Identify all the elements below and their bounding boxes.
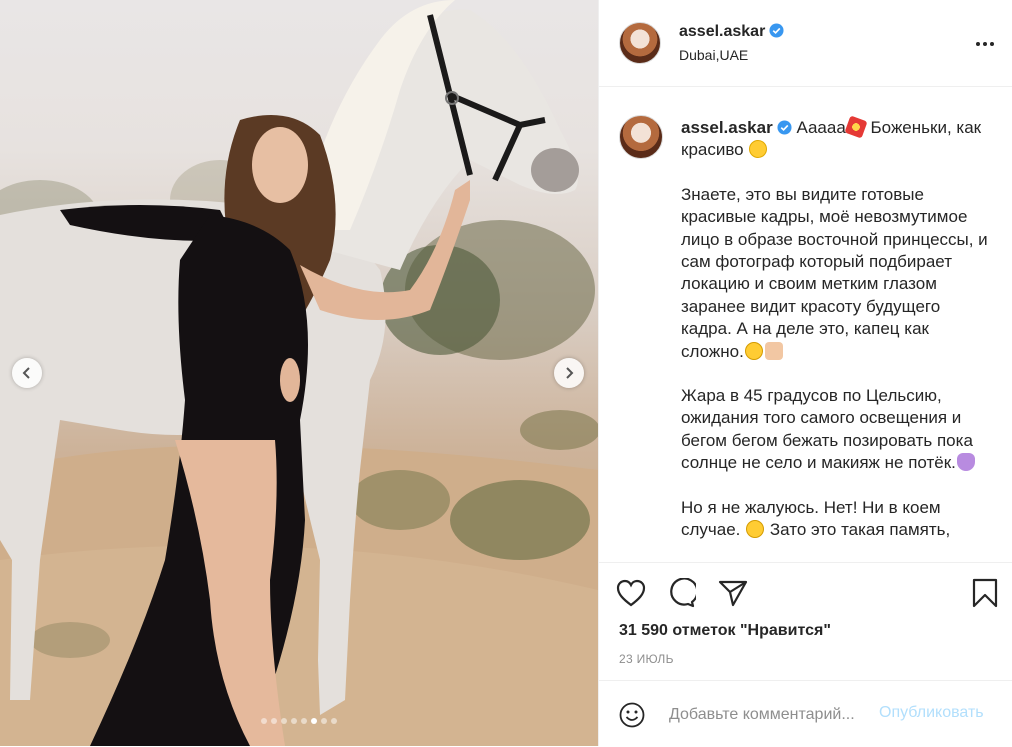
caption-paragraph-4: Но я не жалуюсь. Нет! Ни в коем случае. … [681,497,993,542]
caption-text-3: Жара в 45 градусов по Цельсию, ожидания … [681,386,973,473]
photo-illustration [0,0,598,746]
carousel-dot [331,718,337,724]
carousel-dot [321,718,327,724]
caption-username-link[interactable]: assel.askar [681,118,792,137]
carousel-dot [281,718,287,724]
comment-input[interactable] [669,703,874,727]
comments-area[interactable]: assel.askar Ааааа Боженьки, как красиво … [599,87,1012,562]
emoji-picker-button[interactable] [617,700,647,730]
post-side-panel: assel.askar Dubai,UAE assel.askar Ааааа … [598,0,1012,746]
post-date[interactable]: 23 ИЮЛЬ [619,652,674,666]
emoji-icon [619,702,645,728]
caption-text-4b: Зато это такая память, [765,520,951,540]
caption-paragraph-3: Жара в 45 градусов по Цельсию, ожидания … [681,385,993,475]
username-text[interactable]: assel.askar [679,23,765,40]
caption-paragraph-2: Знаете, это вы видите готовые красивые к… [681,184,993,363]
share-icon [718,580,748,607]
avatar[interactable] [619,22,661,64]
caption-avatar[interactable] [619,115,663,159]
woman-emoji-icon [956,453,975,472]
carousel-dot [271,718,277,724]
bookmark-icon [972,578,998,608]
post-header: assel.askar Dubai,UAE [599,0,1012,87]
header-username[interactable]: assel.askar [679,23,784,41]
post-actions: 31 590 отметок "Нравится" 23 ИЮЛЬ [599,562,1012,681]
caption-intro: Ааааа [796,118,846,137]
comment-button[interactable] [665,577,697,609]
carousel-dots [0,718,598,724]
chevron-right-icon [566,367,574,379]
carousel-dot [311,718,317,724]
carousel-next-button[interactable] [554,358,584,388]
carousel-dot [261,718,267,724]
share-button[interactable] [717,577,749,609]
smile-emoji-icon [749,140,768,159]
location-link[interactable]: Dubai,UAE [679,47,748,63]
post-caption: assel.askar Ааааа Боженьки, как красиво … [681,115,993,562]
collision-emoji-icon [844,115,868,139]
more-options-icon [976,42,994,46]
likes-count[interactable]: 31 590 отметок "Нравится" [619,622,831,640]
verified-badge-icon [777,120,792,135]
caption-text-2: Знаете, это вы видите готовые красивые к… [681,184,988,361]
carousel-prev-button[interactable] [12,358,42,388]
like-button[interactable] [615,577,647,609]
chevron-left-icon [22,367,30,379]
carousel-dot [301,718,307,724]
caption-username-text[interactable]: assel.askar [681,118,773,137]
add-comment-bar: Опубликовать [599,680,1012,747]
comment-icon [670,578,696,608]
publish-button[interactable]: Опубликовать [879,704,984,722]
heart-icon [616,579,646,607]
post-photo[interactable] [0,0,598,746]
raised-hands-emoji-icon [764,341,783,360]
more-options-button[interactable] [973,32,997,56]
carousel-dot [291,718,297,724]
save-button[interactable] [969,577,1001,609]
caption-paragraph-1: assel.askar Ааааа Боженьки, как красиво [681,115,993,162]
verified-badge-icon [769,23,784,38]
pleading-emoji-icon [744,341,763,360]
pensive-emoji-icon [746,520,765,539]
